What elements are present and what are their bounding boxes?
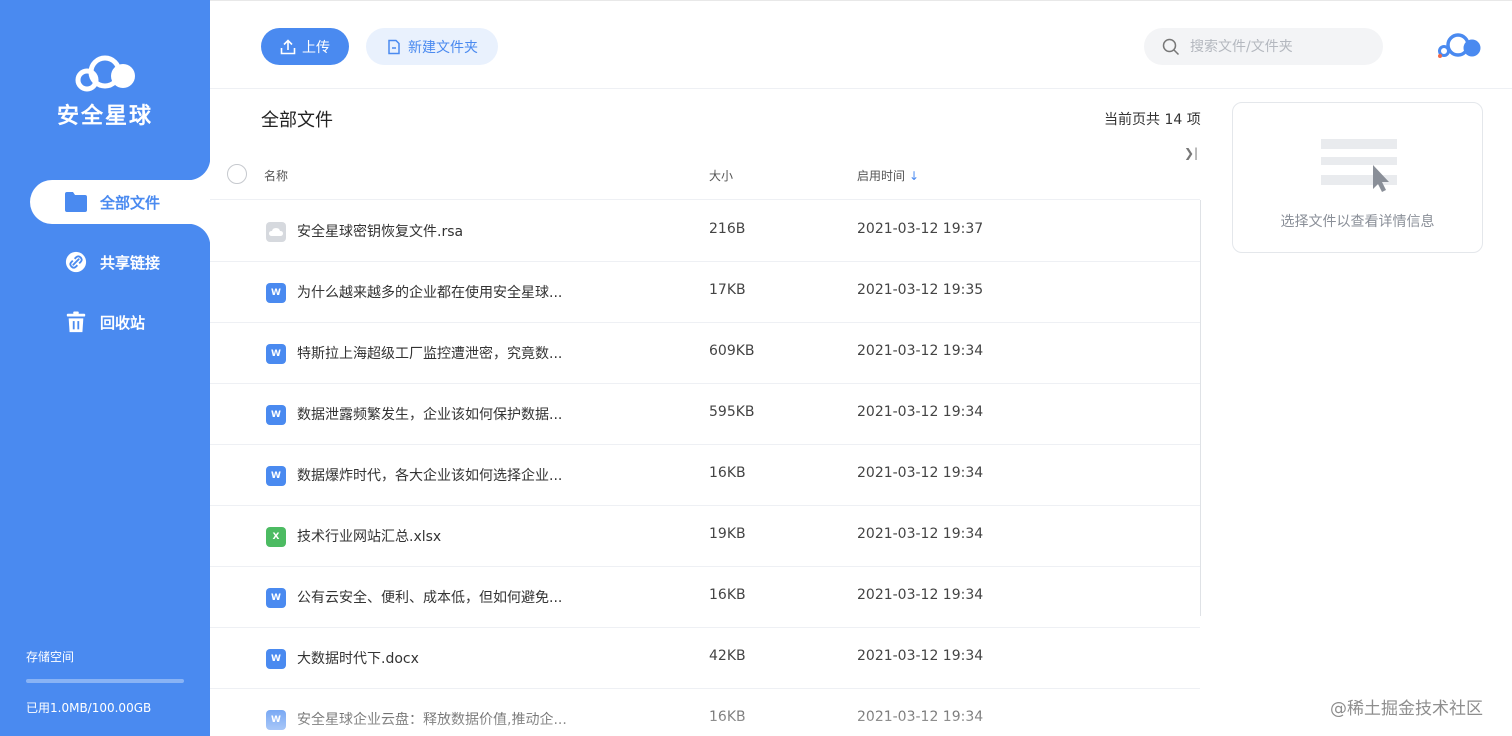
item-count: 当前页共 14 项 <box>1104 112 1201 128</box>
word-file-icon: W <box>266 649 286 669</box>
table-row[interactable]: 安全星球密钥恢复文件.rsa 216B 2021-03-12 19:37 <box>210 201 1200 262</box>
file-time: 2021-03-12 19:35 <box>857 282 984 298</box>
file-time: 2021-03-12 19:34 <box>857 587 984 603</box>
cloud-logo-icon <box>75 55 135 92</box>
storage-panel: 存储空间 已用1.0MB/100.00GB <box>26 648 186 716</box>
column-size[interactable]: 大小 <box>709 167 733 184</box>
column-name[interactable]: 名称 <box>264 167 288 184</box>
word-file-icon: W <box>266 710 286 730</box>
cloud-file-icon <box>266 222 286 242</box>
select-file-illustration-icon <box>1321 139 1397 192</box>
file-size: 16KB <box>709 709 746 725</box>
top-toolbar: 上传 新建文件夹 <box>210 0 1512 89</box>
sidebar-nav: 全部文件 共享链接 回收站 <box>0 158 210 360</box>
sidebar-item-label: 共享链接 <box>100 253 161 272</box>
file-name[interactable]: 安全星球企业云盘：释放数据价值,推动企... <box>297 709 567 729</box>
select-all-checkbox[interactable] <box>227 164 247 184</box>
brand-logo-icon <box>1438 33 1481 58</box>
word-file-icon: W <box>266 405 286 425</box>
search-input[interactable] <box>1190 38 1370 55</box>
file-time: 2021-03-12 19:34 <box>857 526 984 542</box>
table-header: 名称 大小 启用时间 ↓ <box>210 150 1200 200</box>
new-folder-button[interactable]: 新建文件夹 <box>366 28 498 65</box>
file-size: 16KB <box>709 587 746 603</box>
file-name[interactable]: 为什么越来越多的企业都在使用安全星球... <box>297 282 562 302</box>
sidebar-item-recycle-bin[interactable]: 回收站 <box>0 300 210 344</box>
file-time: 2021-03-12 19:34 <box>857 465 984 481</box>
sidebar-item-shared-links[interactable]: 共享链接 <box>0 240 210 284</box>
scrollbar-track[interactable] <box>1200 200 1201 616</box>
file-size: 42KB <box>709 648 746 664</box>
table-row[interactable]: W 为什么越来越多的企业都在使用安全星球... 17KB 2021-03-12 19:… <box>210 262 1200 323</box>
word-file-icon: W <box>266 466 286 486</box>
file-name[interactable]: 数据爆炸时代，各大企业该如何选择企业... <box>297 465 562 485</box>
watermark: @稀土掘金技术社区 <box>1330 699 1483 719</box>
sort-desc-icon: ↓ <box>909 169 920 183</box>
file-name[interactable]: 公有云安全、便利、成本低，但如何避免... <box>297 587 562 607</box>
file-time: 2021-03-12 19:34 <box>857 648 984 664</box>
file-time: 2021-03-12 19:34 <box>857 709 984 725</box>
file-list: 安全星球密钥恢复文件.rsa 216B 2021-03-12 19:37 W 为什么越来… <box>210 201 1200 736</box>
file-name[interactable]: 大数据时代下.docx <box>297 648 419 668</box>
trash-icon <box>66 311 86 333</box>
column-time-label: 启用时间 <box>857 169 906 183</box>
link-icon <box>65 251 87 273</box>
table-row[interactable]: W 数据泄露频繁发生，企业该如何保护数据... 595KB 2021-03-12 19… <box>210 384 1200 445</box>
table-row[interactable]: W 数据爆炸时代，各大企业该如何选择企业... 16KB 2021-03-12 19:… <box>210 445 1200 506</box>
detail-empty-text: 选择文件以查看详情信息 <box>1280 214 1435 230</box>
table-row[interactable]: W 大数据时代下.docx 42KB 2021-03-12 19:34 <box>210 628 1200 689</box>
table-row[interactable]: X 技术行业网站汇总.xlsx 19KB 2021-03-12 19:34 <box>210 506 1200 567</box>
word-file-icon: W <box>266 344 286 364</box>
column-time[interactable]: 启用时间 ↓ <box>857 167 919 184</box>
file-name[interactable]: 安全星球密钥恢复文件.rsa <box>297 221 463 241</box>
search-icon <box>1162 38 1180 55</box>
folder-icon <box>65 192 87 212</box>
table-row[interactable]: W 特斯拉上海超级工厂监控遭泄密，究竟数... 609KB 2021-03-12 19… <box>210 323 1200 384</box>
new-folder-label: 新建文件夹 <box>408 39 478 56</box>
new-file-icon <box>388 39 400 54</box>
file-size: 609KB <box>709 343 755 359</box>
word-file-icon: W <box>266 588 286 608</box>
file-time: 2021-03-12 19:34 <box>857 404 984 420</box>
excel-file-icon: X <box>266 527 286 547</box>
file-size: 17KB <box>709 282 746 298</box>
upload-icon <box>280 38 296 54</box>
app-logo: 安全星球 <box>0 54 210 130</box>
file-size: 595KB <box>709 404 755 420</box>
table-row[interactable]: W 公有云安全、便利、成本低，但如何避免... 16KB 2021-03-12 19:… <box>210 567 1200 628</box>
file-name[interactable]: 特斯拉上海超级工厂监控遭泄密，究竟数... <box>297 343 562 363</box>
table-row[interactable]: W 安全星球企业云盘：释放数据价值,推动企... 16KB 2021-03-12 19… <box>210 689 1200 736</box>
user-avatar[interactable] <box>1436 31 1482 65</box>
sidebar-item-label: 全部文件 <box>100 193 161 212</box>
upload-button[interactable]: 上传 <box>261 28 349 65</box>
file-time: 2021-03-12 19:34 <box>857 343 984 359</box>
search-box[interactable] <box>1144 28 1383 65</box>
upload-label: 上传 <box>302 39 330 56</box>
word-file-icon: W <box>266 283 286 303</box>
storage-used-text: 已用1.0MB/100.00GB <box>26 701 152 715</box>
file-size: 16KB <box>709 465 746 481</box>
file-size: 216B <box>709 221 746 237</box>
sidebar: 安全星球 全部文件 共享链接 回收站 存储空间 已用1.0MB/100.00GB <box>0 0 210 736</box>
storage-progress-bar <box>26 679 184 683</box>
page-title: 全部文件 <box>261 110 333 131</box>
file-time: 2021-03-12 19:37 <box>857 221 984 237</box>
sidebar-item-all-files[interactable]: 全部文件 <box>30 158 210 246</box>
detail-panel: 选择文件以查看详情信息 <box>1232 102 1483 253</box>
file-size: 19KB <box>709 526 746 542</box>
app-name: 安全星球 <box>56 104 153 129</box>
storage-title: 存储空间 <box>26 650 75 664</box>
sidebar-item-label: 回收站 <box>100 313 146 332</box>
file-name[interactable]: 技术行业网站汇总.xlsx <box>297 526 441 546</box>
file-name[interactable]: 数据泄露频繁发生，企业该如何保护数据... <box>297 404 562 424</box>
